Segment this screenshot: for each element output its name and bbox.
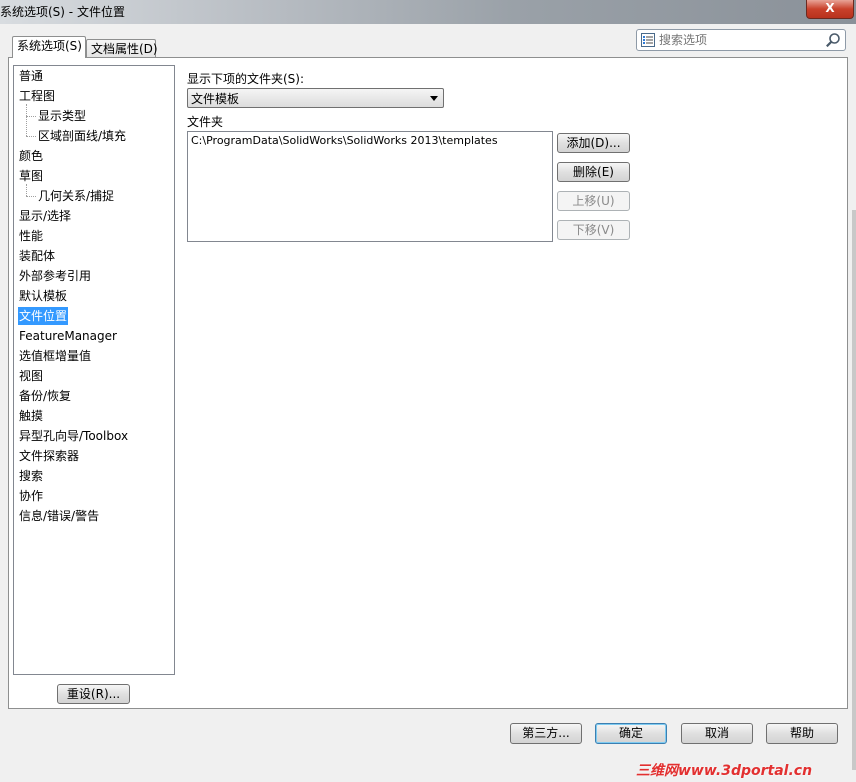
folder-type-select[interactable]: 文件模板 — [187, 88, 444, 108]
tree-item-drawings[interactable]: 工程图 — [19, 87, 55, 105]
third-party-button[interactable]: 第三方... — [510, 723, 582, 744]
show-folders-label: 显示下项的文件夹(S): — [187, 72, 305, 86]
tree-item-file-explorer[interactable]: 文件探索器 — [19, 447, 79, 465]
tree-item-performance[interactable]: 性能 — [19, 227, 43, 245]
tree-item-sketch[interactable]: 草图 — [19, 167, 43, 185]
tree-item-display-selection[interactable]: 显示/选择 — [19, 207, 71, 225]
tree-item-general[interactable]: 普通 — [19, 67, 43, 85]
tab-label: 系统选项(S) — [17, 39, 82, 53]
tree-connector — [26, 184, 27, 196]
delete-button[interactable]: 删除(E) — [557, 162, 630, 182]
title-bar: 系统选项(S) - 文件位置 X — [0, 0, 856, 24]
tree-item-area-hatch[interactable]: 区域剖面线/填充 — [38, 127, 126, 145]
tree-item-hole-wizard-toolbox[interactable]: 异型孔向导/Toolbox — [19, 427, 128, 445]
folders-label: 文件夹 — [187, 115, 224, 129]
help-button[interactable]: 帮助 — [766, 723, 838, 744]
move-down-button[interactable]: 下移(V) — [557, 220, 630, 240]
window-edge — [852, 210, 856, 770]
tree-item-collaboration[interactable]: 协作 — [19, 487, 43, 505]
tree-item-file-locations[interactable]: 文件位置 — [18, 307, 69, 325]
folder-type-value: 文件模板 — [191, 92, 240, 106]
tree-connector — [26, 116, 36, 117]
tree-item-external-references[interactable]: 外部参考引用 — [19, 267, 91, 285]
close-icon: X — [825, 1, 835, 15]
window-title: 系统选项(S) - 文件位置 — [0, 5, 125, 19]
tab-system-options[interactable]: 系统选项(S) — [12, 36, 86, 58]
tree-connector — [26, 104, 27, 136]
move-up-button[interactable]: 上移(U) — [557, 191, 630, 211]
options-tree[interactable]: 普通 工程图 显示类型 区域剖面线/填充 颜色 草图 几何关系/捕捉 显示/选择… — [13, 65, 175, 675]
tab-document-properties[interactable]: 文档属性(D) — [86, 39, 158, 58]
reset-button[interactable]: 重设(R)... — [57, 684, 130, 704]
search-input[interactable] — [659, 32, 819, 48]
tree-item-touch[interactable]: 触摸 — [19, 407, 43, 425]
tree-item-display-style[interactable]: 显示类型 — [38, 107, 86, 125]
tab-label: 文档属性(D) — [91, 42, 158, 56]
tree-item-search[interactable]: 搜索 — [19, 467, 43, 485]
close-button[interactable]: X — [806, 0, 854, 19]
tree-item-relations-snaps[interactable]: 几何关系/捕捉 — [38, 187, 114, 205]
tree-item-messages-errors-warnings[interactable]: 信息/错误/警告 — [19, 507, 99, 525]
watermark: 三维网www.3dportal.cn — [636, 763, 813, 779]
ok-button[interactable]: 确定 — [595, 723, 667, 744]
tree-item-assemblies[interactable]: 装配体 — [19, 247, 55, 265]
tree-connector — [26, 196, 36, 197]
search-box[interactable] — [636, 29, 846, 51]
add-button[interactable]: 添加(D)... — [557, 133, 630, 153]
tree-item-featuremanager[interactable]: FeatureManager — [19, 327, 117, 345]
tree-connector — [26, 136, 36, 137]
tree-item-colors[interactable]: 颜色 — [19, 147, 43, 165]
list-item[interactable]: C:\ProgramData\SolidWorks\SolidWorks 201… — [191, 134, 498, 147]
tree-item-default-templates[interactable]: 默认模板 — [19, 287, 67, 305]
tree-item-backup-recover[interactable]: 备份/恢复 — [19, 387, 71, 405]
cancel-button[interactable]: 取消 — [681, 723, 753, 744]
tree-item-spin-box-increments[interactable]: 选值框增量值 — [19, 347, 91, 365]
folders-list[interactable]: C:\ProgramData\SolidWorks\SolidWorks 201… — [187, 131, 553, 242]
tree-item-view[interactable]: 视图 — [19, 367, 43, 385]
options-list-icon — [641, 33, 655, 47]
search-icon[interactable] — [825, 32, 841, 48]
chevron-down-icon — [430, 96, 438, 101]
